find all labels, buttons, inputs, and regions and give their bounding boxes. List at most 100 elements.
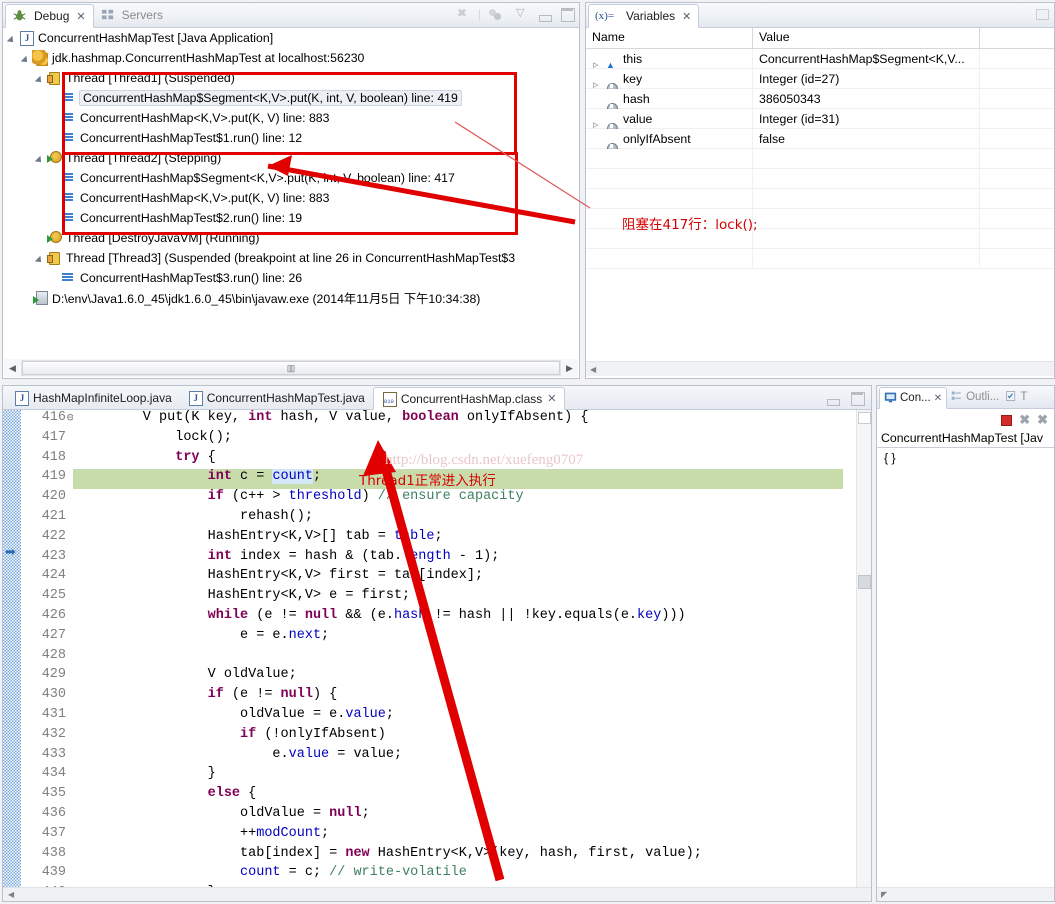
variable-name: onlyIfAbsent [623, 132, 691, 146]
debug-tree-item[interactable]: Thread [Thread1] (Suspended) [3, 68, 579, 88]
code-line[interactable]: oldValue = e.value; [73, 707, 843, 727]
tab-tasks[interactable]: T [1003, 386, 1029, 408]
debug-view-tabbar: Debug ✕ Servers | [3, 3, 579, 28]
twisty-none [49, 93, 60, 104]
code-line[interactable]: rehash(); [73, 509, 843, 529]
column-header-name[interactable]: Name [586, 28, 753, 49]
line-number: 424 [41, 568, 66, 584]
variables-row[interactable]: this ConcurrentHashMap$Segment<K,V... [586, 49, 1054, 69]
code-line[interactable]: e = e.next; [73, 628, 843, 648]
debug-tree-item[interactable]: ConcurrentHashMap<K,V>.put(K, V) line: 8… [3, 108, 579, 128]
remove-all-terminated-icon[interactable]: ✖ [1037, 412, 1048, 428]
code-line[interactable]: ++modCount; [73, 826, 843, 846]
debug-horizontal-scrollbar[interactable]: ◀ ▥ ▶ [4, 359, 578, 377]
code-line[interactable]: oldValue = null; [73, 806, 843, 826]
code-line[interactable]: tab[index] = new HashEntry<K,V>(key, has… [73, 846, 843, 866]
view-menu-icon[interactable] [515, 6, 531, 22]
line-number: 417 [41, 429, 66, 445]
variables-row[interactable]: key Integer (id=27) [586, 69, 1054, 89]
code-line[interactable]: if (e != null) { [73, 687, 843, 707]
scroll-thumb[interactable] [858, 575, 871, 589]
editor-tab-hashmapinfiniteloop[interactable]: HashMapInfiniteLoop.java [6, 386, 180, 409]
line-number: 421 [41, 508, 66, 524]
code-line[interactable]: HashEntry<K,V> first = tab[index]; [73, 568, 843, 588]
code-line[interactable]: HashEntry<K,V> e = first; [73, 588, 843, 608]
debug-tree-item[interactable]: ConcurrentHashMap$Segment<K,V>.put(K, in… [3, 88, 579, 108]
terminate-icon[interactable] [1001, 414, 1013, 426]
column-header-value[interactable]: Value [753, 28, 980, 49]
twisty-expanded-icon[interactable] [35, 73, 46, 84]
scroll-up-arrow[interactable] [858, 412, 871, 424]
code-line[interactable]: if (!onlyIfAbsent) [73, 727, 843, 747]
code-line[interactable]: } [73, 766, 843, 786]
twisty-expanded-icon[interactable] [21, 53, 32, 64]
code-line[interactable]: while (e != null && (e.hash != hash || !… [73, 608, 843, 628]
scroll-left-icon[interactable]: ◀ [3, 888, 871, 901]
code-line[interactable]: count = c; // write-volatile [73, 865, 843, 885]
minimize-icon[interactable] [825, 390, 841, 406]
scroll-left-icon[interactable]: ◀ [4, 360, 21, 376]
debug-tree-item[interactable]: Thread [Thread2] (Stepping) [3, 148, 579, 168]
scroll-left-icon[interactable]: ◤ [877, 888, 1054, 902]
debug-tree-item[interactable]: ConcurrentHashMapTest$1.run() line: 12 [3, 128, 579, 148]
close-icon[interactable]: ✕ [934, 393, 942, 404]
remove-launch-icon[interactable]: ✖ [1019, 412, 1030, 428]
export-icon[interactable] [1034, 6, 1050, 22]
code-line[interactable]: V put(K key, int hash, V value, boolean … [73, 410, 843, 430]
editor-tab-concurrenthashmap-class[interactable]: ConcurrentHashMap.class ✕ [372, 387, 566, 410]
close-icon[interactable]: ✕ [682, 10, 691, 23]
debug-tree-item[interactable]: ConcurrentHashMap<K,V>.put(K, V) line: 8… [3, 188, 579, 208]
debug-tree[interactable]: ConcurrentHashMapTest [Java Application]… [3, 28, 579, 358]
editor-vertical-scrollbar[interactable] [856, 410, 871, 887]
code-line[interactable]: e.value = value; [73, 747, 843, 767]
tab-debug[interactable]: Debug ✕ [5, 4, 94, 28]
java-file-icon [188, 390, 203, 406]
twisty-expanded-icon[interactable] [7, 33, 18, 44]
variables-table[interactable]: Name Value this ConcurrentHashMap$Segment… [586, 28, 1054, 378]
debug-tree-item[interactable]: Thread [Thread3] (Suspended (breakpoint … [3, 248, 579, 268]
tab-console[interactable]: Con... ✕ [879, 387, 948, 409]
tab-servers[interactable]: Servers [94, 3, 170, 27]
tasks-icon [1005, 390, 1017, 404]
code-line[interactable]: if (c++ > threshold) // ensure capacity [73, 489, 843, 509]
code-line[interactable] [73, 648, 843, 668]
code-line[interactable]: lock(); [73, 430, 843, 450]
scroll-right-icon[interactable]: ▶ [561, 360, 578, 376]
twisty-expanded-icon[interactable] [35, 253, 46, 264]
tab-variables[interactable]: (x)= Variables ✕ [588, 4, 700, 28]
stack-frame-icon [60, 190, 76, 206]
debug-tree-item[interactable]: ConcurrentHashMapTest [Java Application] [3, 28, 579, 48]
debug-tree-item[interactable]: jdk.hashmap.ConcurrentHashMapTest at loc… [3, 48, 579, 68]
code-line[interactable]: V oldValue; [73, 667, 843, 687]
skip-breakpoints-icon[interactable] [456, 6, 472, 22]
debug-tree-item[interactable]: Thread [DestroyJavaVM] (Running) [3, 228, 579, 248]
debug-tree-item[interactable]: ConcurrentHashMap$Segment<K,V>.put(K, in… [3, 168, 579, 188]
editor-horizontal-scrollbar[interactable]: ◀ [3, 887, 871, 901]
editor-tab-concurrenthashmaptest[interactable]: ConcurrentHashMapTest.java [180, 386, 373, 409]
dots-icon[interactable] [487, 6, 503, 22]
code-line[interactable]: HashEntry<K,V>[] tab = table; [73, 529, 843, 549]
variables-horizontal-scrollbar[interactable]: ◀ [586, 361, 1054, 376]
marker-ruler[interactable]: ➡ [3, 410, 21, 887]
close-icon[interactable]: ✕ [547, 392, 556, 405]
debug-tree-item[interactable]: D:\env\Java1.6.0_45\jdk1.6.0_45\bin\java… [3, 288, 579, 308]
scroll-left-icon[interactable]: ◀ [586, 365, 596, 374]
scroll-track[interactable]: ▥ [21, 360, 561, 376]
maximize-icon[interactable] [559, 6, 575, 22]
code-line[interactable]: else { [73, 786, 843, 806]
console-body[interactable]: ✖ ✖ ConcurrentHashMapTest [Jav { } ◤ [877, 409, 1054, 901]
console-horizontal-scrollbar[interactable]: ◤ [877, 887, 1054, 901]
variables-row[interactable]: hash 386050343 [586, 89, 1054, 109]
tab-outline[interactable]: Outli... [947, 386, 1003, 408]
maximize-icon[interactable] [849, 390, 865, 406]
code-line[interactable]: int index = hash & (tab.length - 1); [73, 549, 843, 569]
debug-tree-item[interactable]: ConcurrentHashMapTest$3.run() line: 26 [3, 268, 579, 288]
variables-row[interactable]: onlyIfAbsent false [586, 129, 1054, 149]
minimize-icon[interactable] [537, 6, 553, 22]
debug-tree-item[interactable]: ConcurrentHashMapTest$2.run() line: 19 [3, 208, 579, 228]
tab-variables-label: Variables [626, 9, 676, 23]
close-icon[interactable]: ✕ [76, 10, 85, 23]
scroll-thumb[interactable]: ▥ [22, 361, 560, 375]
variables-row[interactable]: value Integer (id=31) [586, 109, 1054, 129]
twisty-expanded-icon[interactable] [35, 153, 46, 164]
